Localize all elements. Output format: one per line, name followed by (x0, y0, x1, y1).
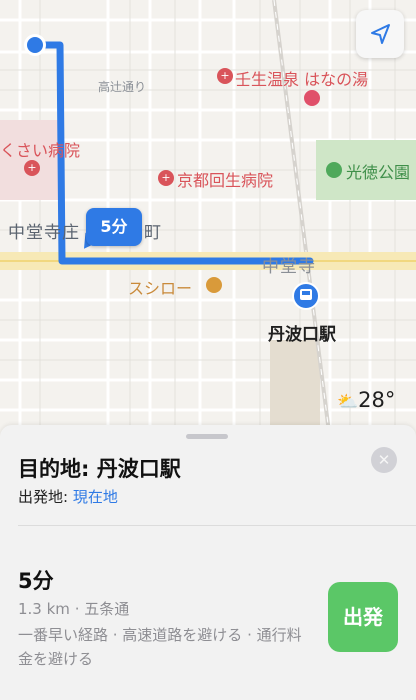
road-label-takatsuji: 高辻通り (98, 80, 147, 94)
poi-kyoto-kaisei-hospital[interactable]: 京都回生病院 (177, 167, 273, 191)
eta-bubble[interactable]: 5分 (86, 208, 142, 246)
hospital-icon: + (24, 160, 40, 176)
origin-link[interactable]: 現在地 (73, 488, 118, 506)
weather-temp: 28° (358, 388, 396, 412)
partly-cloudy-icon: ⛅ (337, 392, 359, 412)
directions-sheet[interactable]: 目的地: 丹波口駅 ✕ 出発地: 現在地 5分 1.3 km · 五条通 一番早… (0, 425, 416, 700)
weather-widget: ⛅28° (337, 388, 395, 412)
route-description: 一番早い経路 · 高速道路を避ける · 通行料金を避ける (18, 626, 302, 668)
origin-line: 出発地: 現在地 (18, 486, 118, 507)
poi-kusai-hospital[interactable]: くさい病院 (0, 137, 80, 161)
route-distance: 1.3 km · 五条通 (18, 600, 130, 618)
hospital-icon: + (158, 170, 174, 186)
destination-title: 目的地: 丹波口駅 (18, 457, 181, 481)
map-view[interactable]: 高辻通り + 壬生温泉 はなの湯 くさい病院 + + 京都回生病院 光徳公園 中… (0, 0, 416, 441)
hospital-icon: + (217, 68, 233, 84)
go-button[interactable]: 出発 (328, 582, 398, 652)
area-label-chudoji-town: 町 (144, 223, 162, 243)
divider (18, 525, 416, 526)
station-label[interactable]: 丹波口駅 (268, 320, 336, 345)
origin-label: 出発地: (18, 488, 73, 506)
poi-sushiro[interactable]: スシロー (128, 275, 192, 299)
area-label-chudoji: 中堂寺庄 (8, 223, 80, 243)
sheet-grabber[interactable] (186, 434, 228, 439)
close-button[interactable]: ✕ (371, 447, 397, 473)
close-icon: ✕ (377, 451, 391, 469)
route-time: 5分 (18, 569, 54, 593)
location-arrow-icon (371, 24, 390, 44)
poi-mibu-onsen[interactable]: 壬生温泉 はなの湯 (235, 66, 368, 90)
road-label-chudoji: 中堂寺 (262, 257, 316, 277)
poi-koutoku-park[interactable]: 光徳公園 (346, 159, 410, 183)
current-location-button[interactable] (356, 10, 404, 58)
